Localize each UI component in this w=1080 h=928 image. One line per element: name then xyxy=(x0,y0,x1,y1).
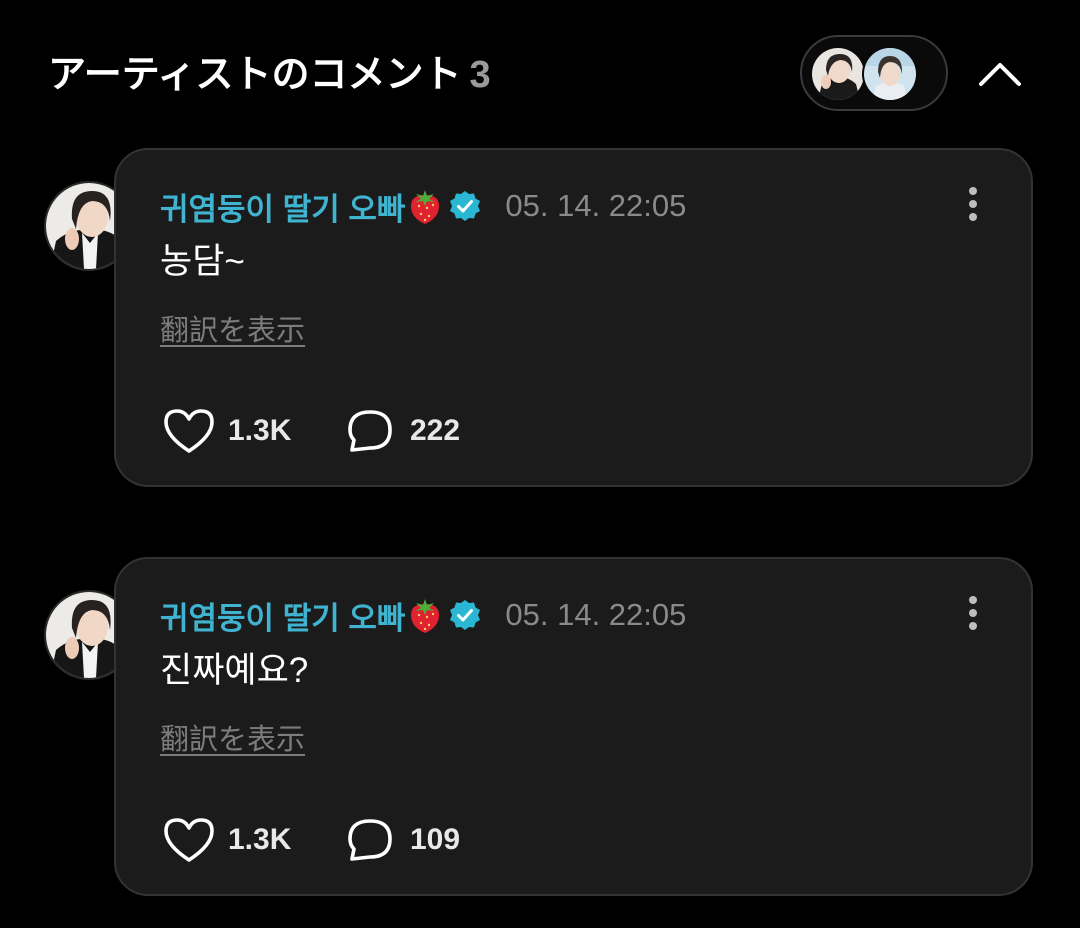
reply-button[interactable]: 109 xyxy=(346,815,460,865)
section-title-text: アーティストのコメント xyxy=(48,54,462,96)
artist-avatar-stack[interactable] xyxy=(800,35,948,111)
comment-text: 진짜예요? xyxy=(160,651,309,690)
section-title: アーティストのコメント 3 xyxy=(48,52,491,98)
strawberry-icon xyxy=(407,595,443,635)
reply-count: 109 xyxy=(410,823,461,856)
reply-button[interactable]: 222 xyxy=(346,406,460,456)
more-options-button[interactable] xyxy=(955,593,991,633)
strawberry-icon xyxy=(407,186,443,226)
like-count: 1.3K xyxy=(228,823,292,856)
like-button[interactable]: 1.3K xyxy=(162,815,291,865)
comment-meta: 귀염둥이 딸기 오빠 05. 14. 22:05 xyxy=(160,184,686,228)
verified-badge-icon xyxy=(449,599,481,631)
collapse-button[interactable] xyxy=(972,46,1028,102)
comment-text: 농담~ xyxy=(160,242,245,281)
show-translation-link[interactable]: 翻訳を表示 xyxy=(160,721,305,759)
author-name[interactable]: 귀염둥이 딸기 오빠 xyxy=(160,593,405,638)
comment-timestamp: 05. 14. 22:05 xyxy=(505,188,687,223)
heart-icon xyxy=(164,409,214,453)
author-name[interactable]: 귀염둥이 딸기 오빠 xyxy=(160,184,405,229)
more-options-button[interactable] xyxy=(955,184,991,224)
comment-card: 귀염둥이 딸기 오빠 05. 14. 22:05 xyxy=(114,148,1033,487)
heart-icon xyxy=(164,818,214,862)
like-count: 1.3K xyxy=(228,414,292,447)
chevron-up-icon xyxy=(979,63,1021,86)
reply-count: 222 xyxy=(410,414,461,447)
more-vertical-icon xyxy=(969,596,977,630)
more-vertical-icon xyxy=(969,187,977,221)
comment-count: 3 xyxy=(469,54,491,96)
show-translation-link[interactable]: 翻訳を表示 xyxy=(160,312,305,350)
verified-badge-icon xyxy=(449,190,481,222)
artist-avatar-1 xyxy=(810,46,866,102)
artist-comments-header: アーティストのコメント 3 xyxy=(0,0,1080,140)
comment-meta: 귀염둥이 딸기 오빠 05. 14. 22:05 xyxy=(160,593,686,637)
comment-bubble-icon xyxy=(348,410,392,452)
comment-bubble-icon xyxy=(348,819,392,861)
like-button[interactable]: 1.3K xyxy=(162,406,291,456)
artist-avatar-2 xyxy=(862,46,918,102)
comment-timestamp: 05. 14. 22:05 xyxy=(505,597,687,632)
comment-card: 귀염둥이 딸기 오빠 05. 14. 22:05 xyxy=(114,557,1033,896)
